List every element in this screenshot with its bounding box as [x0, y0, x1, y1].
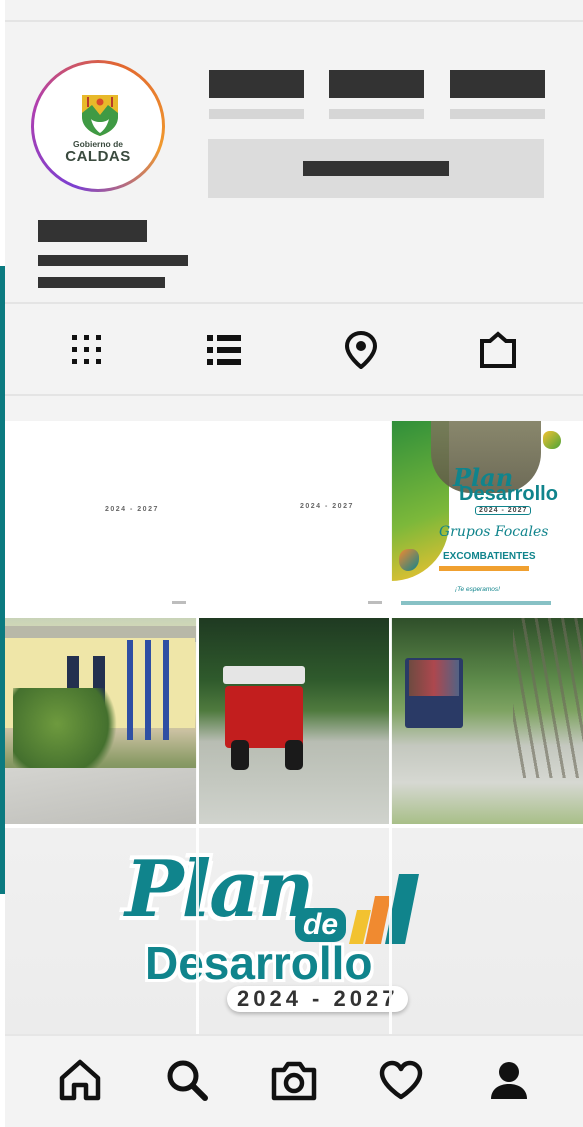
tagged-icon — [480, 331, 516, 368]
photo-detail — [225, 686, 303, 748]
photo-detail — [163, 640, 169, 740]
nav-activity-button[interactable] — [377, 1056, 425, 1104]
post-thumbnail[interactable]: 2024 - 2027 — [5, 421, 195, 614]
grid-divider — [196, 421, 199, 1034]
photo-detail — [285, 740, 303, 770]
grid-icon — [72, 335, 101, 364]
avatar-logo: Gobierno de CALDAS — [34, 63, 162, 189]
post-thumbnail[interactable] — [199, 618, 389, 824]
post-thumbnail-banner[interactable]: Plan de Desarrollo 2024 - 2027 — [5, 826, 583, 1034]
poster-subtitle: Grupos Focales — [439, 524, 549, 540]
post-caption-text: 2024 - 2027 — [300, 503, 354, 510]
tab-grid[interactable] — [67, 330, 107, 370]
grid-divider — [5, 824, 583, 828]
post-thumbnail[interactable]: 2024 - 2027 — [198, 421, 389, 614]
post-caption-text: 2024 - 2027 — [105, 506, 159, 513]
tab-list[interactable] — [204, 330, 244, 370]
list-icon — [207, 335, 241, 365]
search-icon — [167, 1060, 208, 1101]
photo-detail — [231, 740, 249, 770]
follow-button[interactable] — [208, 139, 544, 198]
photo-detail — [145, 640, 151, 740]
bio-line-placeholder — [38, 277, 165, 288]
poster-stripe — [439, 566, 529, 571]
location-pin-icon — [344, 331, 378, 369]
banner-desarrollo-text: Desarrollo — [145, 937, 373, 989]
nav-home-button[interactable] — [56, 1056, 104, 1104]
grid-divider — [5, 614, 583, 618]
logo-text-big: CALDAS — [65, 148, 131, 165]
profile-tab-bar — [5, 302, 583, 396]
photo-detail — [13, 688, 123, 778]
camera-icon — [271, 1061, 317, 1101]
tab-tagged[interactable] — [478, 330, 518, 370]
followers-count-placeholder[interactable] — [329, 70, 424, 98]
nav-camera-button[interactable] — [270, 1056, 318, 1104]
post-mark — [368, 601, 382, 604]
post-thumbnail[interactable] — [5, 618, 197, 824]
profile-icon — [491, 1062, 527, 1099]
banner-bars-graphic — [349, 874, 419, 944]
poster-years: 2024 - 2027 — [475, 506, 532, 515]
caldas-shield-icon — [82, 95, 118, 136]
poster-category: EXCOMBATIENTES — [443, 551, 536, 562]
following-label-placeholder — [450, 109, 545, 119]
profile-avatar[interactable]: Gobierno de CALDAS — [31, 60, 165, 192]
photo-detail — [513, 618, 583, 778]
heart-icon — [379, 1060, 423, 1100]
nav-search-button[interactable] — [163, 1056, 211, 1104]
follow-button-label-placeholder — [303, 161, 449, 176]
poster-footer — [401, 601, 551, 605]
photo-detail — [223, 666, 305, 684]
home-icon — [59, 1059, 101, 1101]
bottom-navigation — [5, 1034, 583, 1127]
post-thumbnail[interactable]: Plan Desarrollo 2024 - 2027 Grupos Focal… — [391, 421, 583, 614]
map-shape-icon — [543, 431, 561, 449]
poster-cta: ¡Te esperamos! — [455, 586, 500, 593]
posts-grid: 2024 - 2027 2024 - 2027 Plan Desarrollo … — [5, 421, 583, 1034]
photo-detail — [127, 640, 133, 740]
posts-count-placeholder[interactable] — [209, 70, 304, 98]
poster-title: Desarrollo — [459, 483, 558, 505]
nav-profile-button[interactable] — [485, 1056, 533, 1104]
grid-divider — [389, 421, 392, 1034]
post-thumbnail[interactable] — [391, 618, 583, 824]
banner-plan-text: Plan — [125, 844, 315, 935]
top-strip — [5, 0, 583, 22]
post-mark — [172, 601, 186, 604]
photo-detail — [5, 768, 197, 824]
posts-label-placeholder — [209, 109, 304, 119]
tab-location[interactable] — [341, 330, 381, 370]
photo-detail — [409, 660, 459, 696]
profile-name-placeholder — [38, 220, 147, 242]
followers-label-placeholder — [329, 109, 424, 119]
following-count-placeholder[interactable] — [450, 70, 545, 98]
banner-years-text: 2024 - 2027 — [227, 986, 409, 1012]
bio-line-placeholder — [38, 255, 188, 266]
